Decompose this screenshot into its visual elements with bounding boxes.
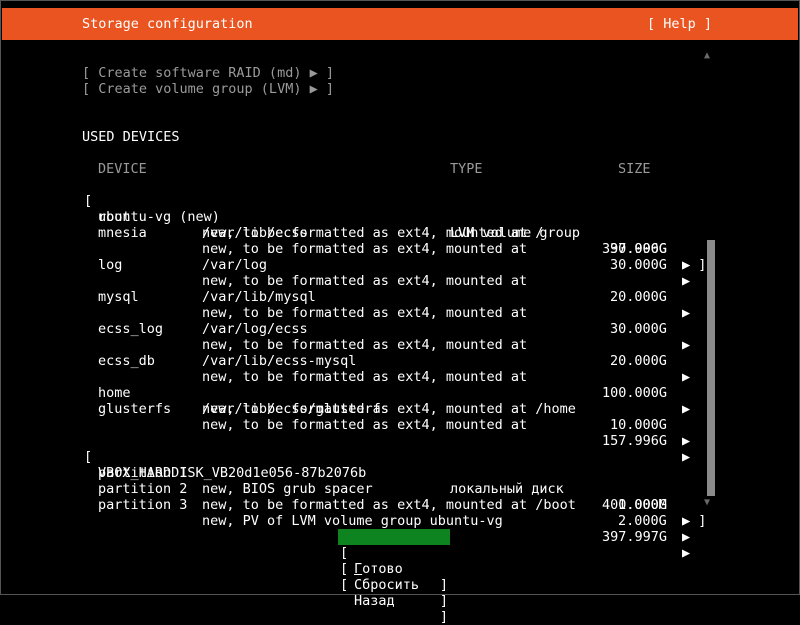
partition-name: partition 3 bbox=[98, 497, 188, 513]
help-button[interactable]: [ Help ] bbox=[647, 16, 712, 32]
create-raid-button[interactable]: [ Create software RAID (md) ▶ ] bbox=[82, 65, 334, 81]
column-header-type: TYPE bbox=[450, 161, 483, 177]
partition-size: 397.997G bbox=[602, 529, 668, 545]
back-button[interactable]: [ Назад ] bbox=[338, 561, 450, 625]
volume-menu-arrow-icon[interactable]: ▶ bbox=[682, 401, 690, 417]
partition-menu-arrow-icon[interactable]: ▶ bbox=[682, 545, 690, 561]
volume-mountpoint: /var/log bbox=[202, 257, 268, 273]
volume-size: 30.000G bbox=[610, 257, 667, 273]
scroll-down-icon[interactable]: ▼ bbox=[704, 497, 710, 508]
volume-name: ecss_db bbox=[98, 353, 155, 369]
done-button[interactable]: [ Готово ] bbox=[338, 529, 450, 593]
volume-group-row[interactable]: [ ubuntu-vg (new) LVM volume group 397.9… bbox=[82, 177, 712, 273]
title-bar: Storage configuration [ Help ] bbox=[2, 8, 798, 40]
volume-description: new, to be formatted as ext4, mounted at bbox=[202, 417, 528, 433]
scroll-up-icon[interactable]: ▲ bbox=[704, 50, 710, 61]
volume-name: mysql bbox=[98, 289, 139, 305]
volume-row-root[interactable]: root new, to be formatted as ext4, mount… bbox=[82, 193, 712, 273]
volume-row-mnesia[interactable]: mnesia new, to be formatted as ext4, mou… bbox=[82, 209, 712, 289]
volume-row-mysql[interactable]: mysql new, to be formatted as ext4, moun… bbox=[82, 273, 712, 353]
column-header-device: DEVICE bbox=[98, 161, 147, 177]
partition-menu-arrow-icon[interactable]: ▶ bbox=[682, 513, 690, 529]
volume-name: ecss_log bbox=[98, 321, 164, 337]
volume-name: log bbox=[98, 257, 123, 273]
volume-row-ecss-log[interactable]: ecss_log new, to be formatted as ext4, m… bbox=[82, 305, 712, 385]
volume-size: 20.000G bbox=[610, 353, 667, 369]
volume-size: 20.000G bbox=[610, 289, 667, 305]
volume-mountpoint: /var/lib/mysql bbox=[202, 289, 316, 305]
reset-button-label: Сбросить bbox=[354, 577, 420, 593]
create-volume-group-button[interactable]: [ Create volume group (LVM) ▶ ] bbox=[82, 81, 334, 97]
volume-row-glusterfs[interactable]: glusterfs new, to be formatted as ext4, … bbox=[82, 385, 712, 465]
volume-mountpoint: /var/lib/ecss-mysql bbox=[202, 353, 357, 369]
volume-name: glusterfs bbox=[98, 401, 172, 417]
volume-mountpoint: /var/log/ecss bbox=[202, 321, 308, 337]
partition-menu-arrow-icon[interactable]: ▶ bbox=[682, 529, 690, 545]
page-title: Storage configuration bbox=[82, 16, 253, 32]
partition-size: 1.000M bbox=[618, 497, 667, 513]
volume-row-log[interactable]: log new, to be formatted as ext4, mounte… bbox=[82, 241, 712, 321]
volume-row-ecss-db[interactable]: ecss_db new, to be formatted as ext4, mo… bbox=[82, 337, 712, 417]
partition-size: 2.000G bbox=[618, 513, 667, 529]
partition-description: new, to be formatted as ext4, mounted at… bbox=[202, 497, 576, 513]
disk-row[interactable]: [ VBOX_HARDDISK_VB20d1e056-87b2076b лока… bbox=[82, 433, 712, 529]
partition-row-3[interactable]: partition 3 new, PV of LVM volume group … bbox=[82, 481, 712, 561]
partition-row-2[interactable]: partition 2 new, to be formatted as ext4… bbox=[82, 465, 712, 545]
volume-row-home[interactable]: home new, to be formatted as ext4, mount… bbox=[82, 369, 712, 449]
scrollbar-thumb[interactable] bbox=[707, 240, 715, 496]
volume-size: 30.000G bbox=[610, 321, 667, 337]
used-devices-heading: USED DEVICES bbox=[82, 129, 180, 145]
volume-mountpoint: /var/lib/ecss bbox=[202, 225, 308, 241]
volume-menu-arrow-icon[interactable]: ▶ bbox=[682, 257, 690, 273]
volume-mountpoint: /var/lib/ecss/glusterfs bbox=[202, 401, 389, 417]
reset-button[interactable]: [ Сбросить ] bbox=[338, 545, 450, 609]
partition-description: new, PV of LVM volume group ubuntu-vg bbox=[202, 513, 503, 529]
volume-size: 10.000G bbox=[610, 417, 667, 433]
partition-row-1[interactable]: partition 1 new, BIOS grub spacer 1.000M… bbox=[82, 449, 712, 529]
volume-name: mnesia bbox=[98, 225, 147, 241]
column-header-size: SIZE bbox=[618, 161, 651, 177]
back-button-label: Назад bbox=[354, 593, 395, 609]
